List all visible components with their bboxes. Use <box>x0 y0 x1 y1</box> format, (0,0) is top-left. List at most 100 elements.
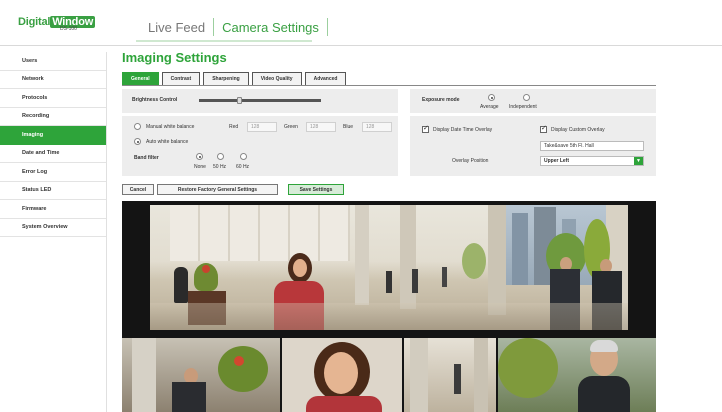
manual-white-balance-label: Manual white balance <box>146 124 195 130</box>
white-balance-panel: Manual white balance Red 128 Green 128 B… <box>122 116 398 176</box>
flowers <box>202 265 210 273</box>
save-settings-button[interactable]: Save Settings <box>288 184 344 195</box>
overlay-position-value: Upper Left <box>544 158 569 164</box>
subtab-video-quality[interactable]: Video Quality <box>251 72 302 85</box>
band-filter-none-label: None <box>194 164 206 170</box>
auto-white-balance-radio[interactable] <box>134 138 141 145</box>
sidebar-item-status-led[interactable]: Status LED <box>0 182 106 200</box>
camera-tile-woman[interactable] <box>282 338 402 412</box>
column <box>488 205 506 315</box>
sidebar-item-firmware[interactable]: Firmware <box>0 200 106 219</box>
brightness-slider-handle[interactable] <box>236 97 242 104</box>
sidebar: Users Network Protocols Recording Imagin… <box>0 52 107 412</box>
person <box>412 269 418 293</box>
building <box>512 213 528 285</box>
exposure-average-radio[interactable] <box>488 94 495 101</box>
date-time-overlay-checkbox[interactable] <box>422 124 429 133</box>
brightness-label: Brightness Control <box>132 97 178 103</box>
lobby-floor <box>150 303 628 330</box>
lobby-wall-panels <box>170 205 350 261</box>
green-label: Green <box>284 124 298 130</box>
overlay-position-select[interactable]: Upper Left ▼ <box>540 156 644 166</box>
green-input[interactable]: 128 <box>306 122 336 132</box>
exposure-average-label: Average <box>480 104 499 110</box>
sidebar-item-imaging[interactable]: Imaging <box>0 126 106 145</box>
band-filter-60hz-radio[interactable] <box>240 153 247 160</box>
sidebar-item-recording[interactable]: Recording <box>0 108 106 126</box>
band-filter-label: Band filter <box>134 155 159 161</box>
camera-tile-lobby[interactable] <box>122 338 280 412</box>
cancel-button[interactable]: Cancel <box>122 184 154 195</box>
column <box>474 338 488 412</box>
person <box>454 364 461 394</box>
exposure-mode-label: Exposure mode <box>422 97 460 103</box>
brightness-panel: Brightness Control <box>122 89 398 113</box>
restore-factory-settings-button[interactable]: Restore Factory General Settings <box>157 184 278 195</box>
exposure-independent-label: Independent <box>509 104 537 110</box>
camera-tile-hall[interactable] <box>404 338 496 412</box>
custom-overlay-checkbox[interactable] <box>540 124 547 133</box>
band-filter-50hz-label: 50 Hz <box>213 164 227 170</box>
blue-input[interactable]: 128 <box>362 122 392 132</box>
custom-overlay-text-input[interactable]: Take&save 5th Fl. Hall <box>540 141 644 151</box>
sidebar-item-network[interactable]: Network <box>0 71 106 89</box>
top-navigation: Live Feed Camera Settings <box>140 16 328 38</box>
column <box>355 205 369 305</box>
man-body <box>578 376 630 412</box>
tree <box>498 338 558 398</box>
panoramic-view <box>150 205 628 330</box>
sidebar-item-users[interactable]: Users <box>0 52 106 71</box>
chevron-down-icon: ▼ <box>634 157 643 165</box>
person <box>174 267 188 303</box>
woman-face <box>293 259 307 277</box>
subtab-bar: General Contrast Sharpening Video Qualit… <box>122 72 349 85</box>
camera-preview[interactable] <box>122 201 656 412</box>
sidebar-item-error-log[interactable]: Error Log <box>0 163 106 182</box>
sidebar-item-system-overview[interactable]: System Overview <box>0 219 106 237</box>
sidebar-item-date-and-time[interactable]: Date and Time <box>0 145 106 163</box>
column <box>400 205 416 309</box>
overlay-position-label: Overlay Position <box>452 158 489 164</box>
column <box>410 338 428 412</box>
tab-live-feed[interactable]: Live Feed <box>140 20 213 35</box>
date-time-overlay-label: Display Date Time Overlay <box>433 127 493 133</box>
tab-separator <box>326 18 328 36</box>
manual-white-balance-radio[interactable] <box>134 123 141 130</box>
overlay-panel: Display Date Time Overlay Display Custom… <box>410 116 656 176</box>
woman-face <box>324 352 358 394</box>
red-label: Red <box>229 124 239 130</box>
auto-white-balance-label: Auto white balance <box>146 139 189 145</box>
man-hair <box>590 340 618 352</box>
person <box>442 267 447 287</box>
band-filter-50hz-radio[interactable] <box>217 153 224 160</box>
exposure-independent-radio[interactable] <box>523 94 530 101</box>
band-filter-none-radio[interactable] <box>196 153 203 160</box>
tab-camera-settings[interactable]: Camera Settings <box>214 20 327 35</box>
subtab-advanced[interactable]: Advanced <box>304 72 347 85</box>
logo-text-left: Digital <box>18 16 51 28</box>
tab-underline <box>136 40 312 42</box>
logo-model: DS-100 <box>60 26 77 32</box>
man-body <box>172 382 206 412</box>
flowers <box>234 356 244 366</box>
custom-overlay-label: Display Custom Overlay <box>551 127 605 133</box>
page-title: Imaging Settings <box>122 50 227 65</box>
person <box>386 271 392 293</box>
woman-body <box>306 396 382 412</box>
subtab-general[interactable]: General <box>122 72 159 85</box>
tree <box>462 243 486 279</box>
column <box>132 338 156 412</box>
red-input[interactable]: 128 <box>247 122 277 132</box>
digital-window-logo: Digital Window DS-100 <box>18 12 96 38</box>
subtab-sharpening[interactable]: Sharpening <box>203 72 249 85</box>
blue-label: Blue <box>343 124 354 130</box>
sidebar-item-protocols[interactable]: Protocols <box>0 89 106 108</box>
subtab-divider <box>122 85 656 86</box>
subtab-contrast[interactable]: Contrast <box>161 72 201 85</box>
plant <box>218 346 268 392</box>
brightness-slider-track[interactable] <box>199 99 321 102</box>
header-divider <box>0 45 722 46</box>
band-filter-60hz-label: 60 Hz <box>236 164 250 170</box>
exposure-panel: Exposure mode Average Independent <box>410 89 656 113</box>
camera-tile-entrance[interactable] <box>498 338 656 412</box>
